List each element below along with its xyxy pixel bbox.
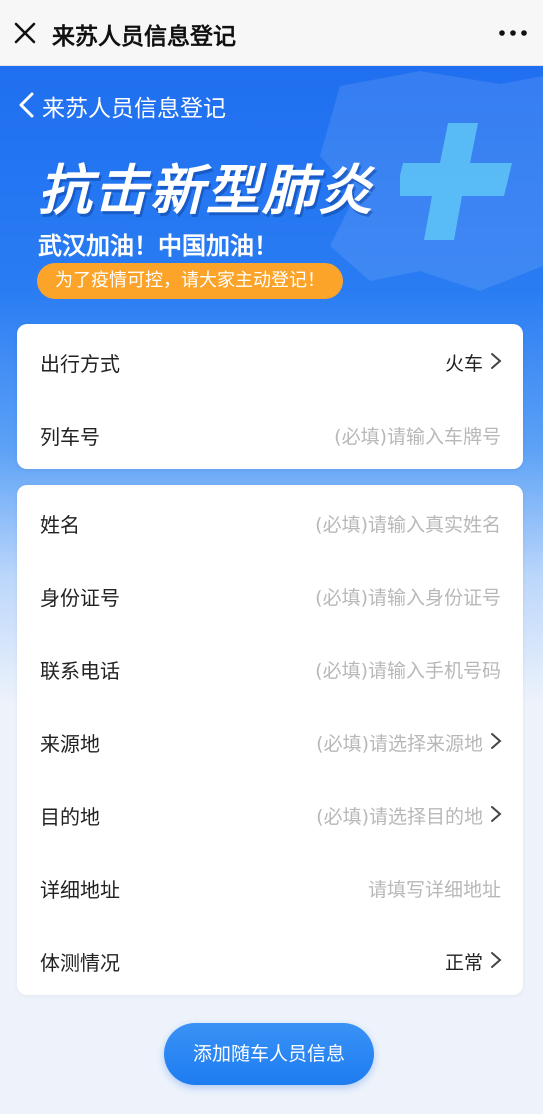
travel-mode-value[interactable]: 火车 bbox=[445, 349, 483, 376]
temperature-label: 体测情况 bbox=[40, 951, 120, 975]
id-number-label: 身份证号 bbox=[40, 586, 120, 610]
medical-cross-icon bbox=[400, 123, 512, 240]
notice-badge: 为了疫情可控，请大家主动登记！ bbox=[37, 263, 343, 299]
top-bar: 来苏人员信息登记 bbox=[0, 0, 543, 66]
name-label: 姓名 bbox=[40, 513, 80, 537]
personal-info-card: 姓名 (必填)请输入真实姓名 身份证号 (必填)请输入身份证号 联系电话 (必填… bbox=[17, 485, 523, 995]
travel-mode-row[interactable]: 出行方式 火车 bbox=[17, 324, 523, 396]
destination-select[interactable]: (必填)请选择目的地 bbox=[316, 802, 483, 829]
origin-select[interactable]: (必填)请选择来源地 bbox=[316, 729, 483, 756]
add-companion-button[interactable]: 添加随车人员信息 bbox=[164, 1023, 374, 1085]
train-number-input[interactable]: (必填)请输入车牌号 bbox=[334, 422, 501, 449]
back-arrow-icon[interactable] bbox=[14, 90, 40, 120]
phone-row[interactable]: 联系电话 (必填)请输入手机号码 bbox=[17, 631, 523, 703]
phone-label: 联系电话 bbox=[40, 659, 120, 683]
phone-input[interactable]: (必填)请输入手机号码 bbox=[315, 656, 501, 683]
travel-mode-label: 出行方式 bbox=[40, 352, 120, 376]
address-input[interactable]: 请填写详细地址 bbox=[368, 875, 501, 902]
hero-cheer: 武汉加油！中国加油！ bbox=[38, 232, 278, 260]
destination-row[interactable]: 目的地 (必填)请选择目的地 bbox=[17, 777, 523, 849]
destination-label: 目的地 bbox=[40, 805, 100, 829]
hero-slogan: 抗击新型肺炎 bbox=[38, 159, 374, 222]
train-number-row[interactable]: 列车号 (必填)请输入车牌号 bbox=[17, 397, 523, 469]
origin-label: 来源地 bbox=[40, 732, 100, 756]
more-icon[interactable] bbox=[497, 20, 529, 44]
id-number-input[interactable]: (必填)请输入身份证号 bbox=[315, 583, 501, 610]
chevron-right-icon bbox=[491, 806, 502, 822]
name-row[interactable]: 姓名 (必填)请输入真实姓名 bbox=[17, 485, 523, 557]
origin-row[interactable]: 来源地 (必填)请选择来源地 bbox=[17, 704, 523, 776]
temperature-select[interactable]: 正常 bbox=[445, 948, 483, 975]
window-title: 来苏人员信息登记 bbox=[52, 24, 236, 50]
chevron-right-icon bbox=[491, 353, 502, 369]
page-subtitle: 来苏人员信息登记 bbox=[42, 96, 226, 122]
train-number-label: 列车号 bbox=[40, 425, 100, 449]
close-icon[interactable] bbox=[10, 18, 40, 48]
id-number-row[interactable]: 身份证号 (必填)请输入身份证号 bbox=[17, 558, 523, 630]
chevron-right-icon bbox=[491, 952, 502, 968]
name-input[interactable]: (必填)请输入真实姓名 bbox=[315, 510, 501, 537]
address-label: 详细地址 bbox=[40, 878, 120, 902]
chevron-right-icon bbox=[491, 733, 502, 749]
travel-info-card: 出行方式 火车 列车号 (必填)请输入车牌号 bbox=[17, 324, 523, 469]
address-row[interactable]: 详细地址 请填写详细地址 bbox=[17, 850, 523, 922]
temperature-row[interactable]: 体测情况 正常 bbox=[17, 923, 523, 995]
